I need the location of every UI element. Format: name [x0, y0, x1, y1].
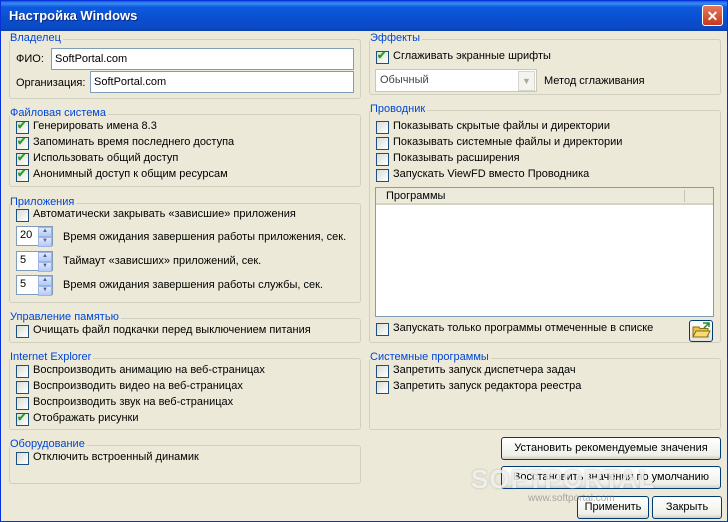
spinner-value: 5 — [20, 278, 27, 290]
app-timeout-label: Время ожидания завершения работы приложе… — [63, 231, 347, 243]
watermark-logo: SOFTPORTAL — [471, 464, 656, 494]
close-window-button[interactable]: ✕ — [702, 5, 723, 26]
spin-up-icon[interactable]: ▲ — [38, 227, 52, 237]
checkbox-label: Автоматически закрывать «зависшие» прило… — [33, 208, 296, 220]
checkbox-label: Отображать рисунки — [33, 412, 139, 424]
spin-up-icon[interactable]: ▲ — [38, 252, 52, 262]
chevron-down-icon[interactable]: ▼ — [518, 71, 535, 91]
checkbox-box — [376, 365, 389, 378]
checkbox-label: Воспроизводить анимацию на веб-страницах — [33, 364, 265, 376]
org-field[interactable]: SoftPortal.com — [90, 71, 354, 93]
checkbox-label: Запоминать время последнего доступа — [33, 136, 235, 148]
org-label: Организация: — [16, 77, 86, 89]
checkbox-box — [16, 209, 29, 222]
settings-window: Настройка Windows ✕ Владелец ФИО: SoftPo… — [0, 0, 728, 522]
checkbox-label: Генерировать имена 8.3 — [33, 120, 157, 132]
checkbox-label: Сглаживать экранные шрифты — [393, 50, 551, 62]
checkbox-label: Запретить запуск редактора реестра — [393, 380, 582, 392]
checkbox-box — [376, 49, 389, 64]
apps-legend: Приложения — [10, 196, 77, 208]
checkbox-box — [376, 153, 389, 166]
service-timeout-label: Время ожидания завершения работы службы,… — [63, 279, 323, 291]
checkbox-box — [16, 452, 29, 465]
spinner-value: 20 — [20, 229, 33, 241]
spinner-arrows[interactable]: ▲ ▼ — [38, 276, 52, 296]
checkbox-box — [16, 381, 29, 394]
service-timeout-spinner[interactable]: 5 ▲ ▼ — [16, 275, 53, 296]
checkbox-box — [16, 325, 29, 338]
checkbox-box — [16, 167, 29, 182]
open-folder-button[interactable] — [689, 320, 713, 342]
checkbox-label: Анонимный доступ к общим ресурсам — [33, 168, 228, 180]
checkbox-box — [376, 169, 389, 182]
checkbox-label: Отключить встроенный динамик — [33, 451, 199, 463]
checkbox-label: Запретить запуск диспетчера задач — [393, 364, 576, 376]
window-title: Настройка Windows — [9, 8, 138, 23]
app-timeout-spinner[interactable]: 20 ▲ ▼ — [16, 226, 53, 247]
checkbox-label: Воспроизводить видео на веб-страницах — [33, 380, 243, 392]
spin-down-icon[interactable]: ▼ — [38, 262, 52, 272]
spinner-arrows[interactable]: ▲ ▼ — [38, 252, 52, 272]
checkbox-label: Запускать ViewFD вместо Проводника — [393, 168, 590, 180]
checkbox-box — [376, 137, 389, 150]
checkbox-label: Показывать скрытые файлы и директории — [393, 120, 610, 132]
close-button[interactable]: Закрыть — [652, 496, 722, 519]
checkbox-box — [16, 397, 29, 410]
fio-field[interactable]: SoftPortal.com — [51, 48, 354, 70]
hung-timeout-label: Таймаут «зависших» приложений, сек. — [63, 255, 262, 267]
checkbox-label: Показывать расширения — [393, 152, 520, 164]
hardware-legend: Оборудование — [10, 438, 87, 450]
spinner-value: 5 — [20, 254, 27, 266]
checkbox-box — [16, 119, 29, 134]
title-bar[interactable]: Настройка Windows ✕ — [1, 1, 727, 31]
checkbox-box — [16, 365, 29, 378]
smoothing-method-label: Метод сглаживания — [544, 75, 645, 87]
checkbox-label: Показывать системные файлы и директории — [393, 136, 623, 148]
checkbox-box — [376, 323, 389, 336]
set-recommended-button[interactable]: Установить рекомендуемые значения — [501, 437, 721, 460]
sysprog-legend: Системные программы — [370, 351, 491, 363]
fio-label: ФИО: — [16, 53, 44, 65]
open-folder-icon — [692, 322, 711, 338]
spin-down-icon[interactable]: ▼ — [38, 286, 52, 296]
hung-timeout-spinner[interactable]: 5 ▲ ▼ — [16, 251, 53, 272]
memory-legend: Управление памятью — [10, 311, 121, 323]
checkbox-label: Очищать файл подкачки перед выключением … — [33, 324, 311, 336]
owner-legend: Владелец — [10, 32, 63, 44]
dropdown-value: Обычный — [380, 74, 429, 86]
smoothing-method-dropdown[interactable]: Обычный ▼ — [375, 69, 537, 92]
checkbox-box — [16, 151, 29, 166]
programs-list[interactable]: Программы — [375, 187, 714, 317]
filesystem-legend: Файловая система — [10, 107, 108, 119]
checkbox-box — [16, 135, 29, 150]
programs-column-header[interactable]: Программы — [386, 190, 445, 202]
checkbox-box — [16, 411, 29, 426]
watermark-url: www.softportal.com — [528, 493, 615, 504]
effects-legend: Эффекты — [370, 32, 423, 44]
column-separator[interactable] — [684, 190, 685, 202]
ie-legend: Internet Explorer — [10, 351, 94, 363]
checkbox-label: Воспроизводить звук на веб-страницах — [33, 396, 234, 408]
explorer-legend: Проводник — [370, 103, 428, 115]
checkbox-label: Запускать только программы отмеченные в … — [393, 322, 654, 334]
spin-down-icon[interactable]: ▼ — [38, 237, 52, 247]
checkbox-box — [376, 121, 389, 134]
programs-list-header[interactable]: Программы — [376, 188, 713, 205]
checkbox-box — [376, 381, 389, 394]
checkbox-label: Использовать общий доступ — [33, 152, 179, 164]
spin-up-icon[interactable]: ▲ — [38, 276, 52, 286]
spinner-arrows[interactable]: ▲ ▼ — [38, 227, 52, 247]
